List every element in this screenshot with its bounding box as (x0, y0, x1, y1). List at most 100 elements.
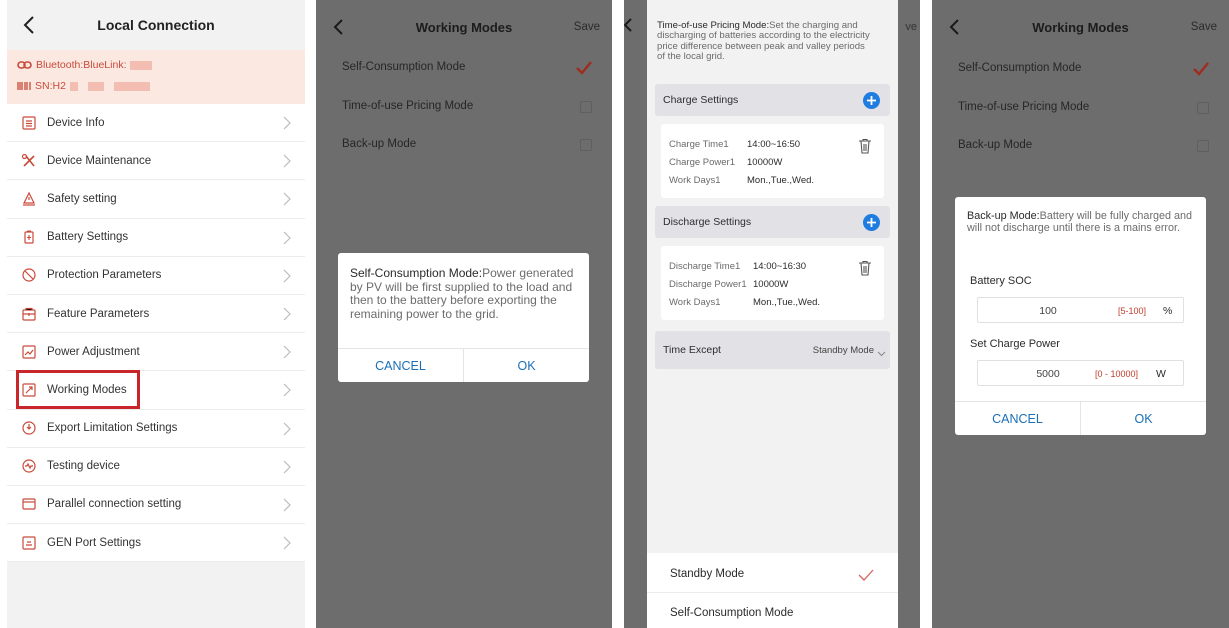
work-days-label: Work Days1 (669, 175, 721, 186)
working-modes-screen: Working Modes Save Self-Consumption Mode… (316, 0, 612, 628)
page-title: Working Modes (1032, 20, 1129, 35)
highlight-box (16, 370, 140, 409)
dialog-text: Back-up Mode:Battery will be fully charg… (967, 210, 1194, 234)
battery-soc-range: [5-100] (1118, 306, 1147, 316)
time-except-row[interactable]: Time Except Standby Mode (655, 331, 890, 369)
ok-button[interactable]: OK (1080, 402, 1206, 435)
menu-item-gen-port[interactable]: GEN Port Settings (7, 524, 305, 563)
option-time-of-use[interactable]: Time-of-use Pricing Mode (958, 101, 1089, 113)
safety-icon (20, 190, 38, 208)
option-back-up[interactable]: Back-up Mode (342, 138, 416, 150)
charge-rule-card[interactable]: Charge Time1 14:00~16:50 Charge Power1 1… (661, 124, 884, 198)
ok-button[interactable]: OK (463, 349, 589, 382)
cancel-button[interactable]: CANCEL (955, 402, 1080, 435)
battery-soc-input[interactable]: 100 [5-100] % (977, 297, 1184, 323)
chevron-right-icon (283, 460, 291, 474)
battery-icon (20, 228, 38, 246)
menu-item-power-adjustment[interactable]: Power Adjustment (7, 333, 305, 372)
back-icon[interactable] (624, 18, 632, 32)
unchecked-box[interactable] (1197, 102, 1209, 114)
menu-item-label: Safety setting (47, 192, 117, 205)
feature-icon (20, 305, 38, 323)
unchecked-box[interactable] (580, 101, 592, 113)
option-back-up[interactable]: Back-up Mode (958, 139, 1032, 151)
section-label: Discharge Settings (663, 216, 752, 228)
redacted-block (130, 60, 153, 70)
device-info-icon (20, 114, 38, 132)
charge-time-label: Charge Time1 (669, 139, 729, 150)
battery-soc-unit: % (1163, 305, 1173, 317)
trash-icon[interactable] (858, 138, 872, 154)
menu-item-protection-parameters[interactable]: Protection Parameters (7, 257, 305, 295)
menu-item-feature-parameters[interactable]: Feature Parameters (7, 295, 305, 334)
page-title: Local Connection (97, 17, 215, 33)
back-icon[interactable] (19, 12, 41, 38)
checkmark-icon (858, 568, 874, 581)
chevron-right-icon (283, 192, 291, 206)
add-charge-icon[interactable] (863, 92, 880, 109)
add-discharge-icon[interactable] (863, 214, 880, 231)
redacted-block (69, 81, 78, 91)
unchecked-box[interactable] (580, 139, 592, 151)
dialog-buttons: CANCEL OK (955, 401, 1206, 435)
option-time-of-use[interactable]: Time-of-use Pricing Mode (342, 100, 473, 112)
charge-power-input[interactable]: 5000 [0 - 10000] W (977, 360, 1184, 386)
dialog-text: Self-Consumption Mode:Power generated by… (350, 266, 577, 321)
charge-power-label: Charge Power1 (669, 157, 736, 168)
unchecked-box[interactable] (1197, 140, 1209, 152)
menu-item-battery-settings[interactable]: Battery Settings (7, 219, 305, 257)
charge-power-label: Set Charge Power (970, 338, 1060, 350)
mode-picker: Standby Mode Self-Consumption Mode (647, 553, 898, 628)
dialog-title: Back-up Mode: (967, 210, 1040, 222)
backup-mode-dialog: Back-up Mode:Battery will be fully charg… (955, 197, 1206, 435)
work-days-value: Mon.,Tue.,Wed. (747, 175, 815, 186)
work-days-label: Work Days1 (669, 297, 721, 308)
menu-item-device-maintenance[interactable]: Device Maintenance (7, 142, 305, 181)
menu-item-device-info[interactable]: Device Info (7, 104, 305, 143)
save-button[interactable]: ve (905, 21, 917, 33)
cancel-button[interactable]: CANCEL (338, 349, 463, 382)
picker-item-standby[interactable]: Standby Mode (670, 568, 744, 580)
chevron-right-icon (283, 307, 291, 321)
option-self-consumption[interactable]: Self-Consumption Mode (958, 62, 1081, 74)
parallel-icon (20, 495, 38, 513)
discharge-rule-card[interactable]: Discharge Time1 14:00~16:30 Discharge Po… (661, 246, 884, 320)
save-button[interactable]: Save (574, 21, 600, 33)
chevron-down-icon (877, 345, 886, 357)
checkmark-icon (576, 61, 592, 75)
menu-item-export-limitation[interactable]: Export Limitation Settings (7, 410, 305, 448)
chevron-right-icon (283, 154, 291, 168)
menu-item-label: Device Info (47, 116, 105, 129)
battery-soc-label: Battery SOC (970, 275, 1032, 287)
menu-item-label: Protection Parameters (47, 269, 162, 282)
device-card: Bluetooth:BlueLink: SN:H2 (7, 50, 305, 104)
tou-title: Time-of-use Pricing Mode: (657, 20, 770, 31)
charge-power-range: [0 - 10000] (1095, 369, 1139, 379)
settings-sheet: Time-of-use Pricing Mode:Set the chargin… (647, 0, 898, 553)
section-label: Charge Settings (663, 94, 739, 106)
time-except-label: Time Except (663, 344, 721, 356)
discharge-time-label: Discharge Time1 (669, 261, 741, 272)
battery-soc-value: 100 (1039, 305, 1057, 317)
sn-label: SN:H2 (35, 80, 66, 92)
divider (647, 592, 898, 593)
save-button[interactable]: Save (1191, 21, 1217, 33)
redacted-block (87, 81, 104, 91)
menu-item-label: Testing device (47, 460, 120, 473)
charge-power-value: 10000W (747, 157, 783, 168)
working-modes-backup-screen: Working Modes Save Self-Consumption Mode… (932, 0, 1229, 628)
charge-settings-header: Charge Settings (655, 84, 890, 116)
chevron-right-icon (283, 231, 291, 245)
menu-item-testing-device[interactable]: Testing device (7, 448, 305, 486)
barcode-icon (17, 82, 31, 90)
local-connection-screen: Local Connection Bluetooth:BlueLink: SN:… (7, 0, 305, 628)
picker-item-self-consumption[interactable]: Self-Consumption Mode (670, 607, 793, 619)
menu-item-parallel-connection[interactable]: Parallel connection setting (7, 486, 305, 525)
redacted-block (113, 81, 150, 91)
option-self-consumption[interactable]: Self-Consumption Mode (342, 61, 465, 73)
menu-item-label: Device Maintenance (47, 154, 152, 167)
dialog-buttons: CANCEL OK (338, 348, 589, 382)
gen-port-icon (20, 534, 38, 552)
menu-item-safety-setting[interactable]: Safety setting (7, 180, 305, 219)
trash-icon[interactable] (858, 260, 872, 276)
